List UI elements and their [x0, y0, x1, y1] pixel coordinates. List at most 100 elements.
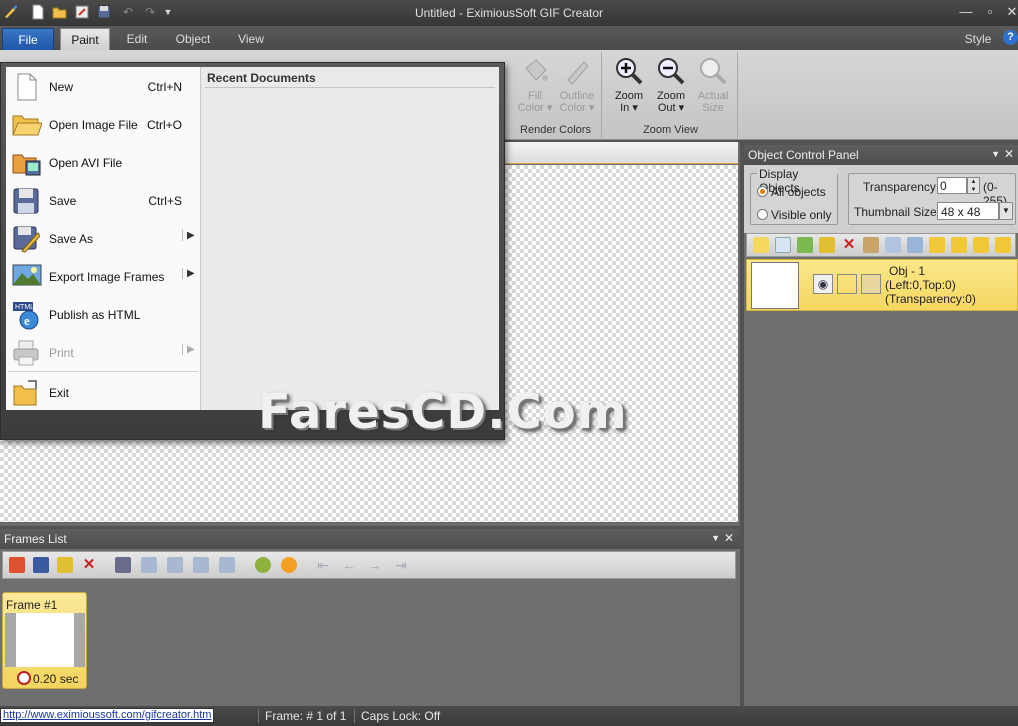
visible-only-radio[interactable]: [757, 209, 768, 220]
ribbon-tab-bar: File Paint Edit Object View Style ?: [0, 26, 1018, 50]
menu-item-exit[interactable]: Exit: [6, 374, 200, 410]
edit-frame-icon[interactable]: [33, 557, 49, 573]
send-back-icon[interactable]: [951, 237, 967, 253]
zoom-out-button[interactable]: Zoom Out ▾: [650, 56, 692, 114]
frame-copy-icon[interactable]: [141, 557, 157, 573]
tab-edit[interactable]: Edit: [116, 28, 158, 50]
frames-list-title: Frames List: [4, 532, 67, 546]
lock-toggle-icon[interactable]: [837, 274, 857, 294]
move-forward-icon[interactable]: [973, 237, 989, 253]
actual-size-icon: [698, 56, 728, 86]
next-frame-icon[interactable]: →: [367, 557, 383, 573]
import-object-icon[interactable]: [819, 237, 835, 253]
status-caps-lock: Caps Lock: Off: [354, 709, 440, 723]
add-effect-icon[interactable]: [255, 557, 271, 573]
last-frame-icon[interactable]: ⇥: [393, 557, 409, 573]
panel-close-icon[interactable]: ✕: [1004, 147, 1014, 161]
delete-object-icon[interactable]: ✕: [841, 237, 857, 253]
menu-shortcut: Ctrl+S: [148, 194, 182, 208]
zoom-out-line1: Zoom: [656, 90, 686, 102]
transparency-spinner[interactable]: ▲ ▼: [967, 177, 980, 194]
menu-item-new[interactable]: New Ctrl+N: [6, 68, 200, 104]
object-transparency: (Transparency:0): [885, 292, 976, 306]
frames-list-header: Frames List ▼ ✕: [0, 529, 740, 549]
submenu-arrow-icon: ▶: [182, 344, 195, 355]
zoom-out-icon: [656, 56, 686, 86]
object-panel-title: Object Control Panel: [748, 148, 859, 162]
paste-object-icon[interactable]: [885, 237, 901, 253]
object-panel-header: Object Control Panel ▼ ✕: [744, 145, 1018, 165]
frame-move-up-icon[interactable]: [193, 557, 209, 573]
close-icon[interactable]: ✕: [1001, 3, 1018, 21]
thumbnail-dropdown-icon[interactable]: ▼: [999, 202, 1013, 220]
open-folder-icon: [12, 111, 43, 137]
delete-frame-icon[interactable]: ✕: [81, 557, 97, 573]
frame-move-down-icon[interactable]: [219, 557, 235, 573]
actual-size-button[interactable]: Actual Size: [692, 56, 734, 114]
frame-preview-bg: [5, 613, 85, 667]
display-objects-group: Display Objects All objects Visible only: [750, 167, 838, 225]
zoom-in-line1: Zoom: [614, 90, 644, 102]
import-frame-icon[interactable]: [57, 557, 73, 573]
prev-frame-icon[interactable]: ←: [341, 557, 357, 573]
menu-item-open-image-file[interactable]: Open Image File Ctrl+O: [6, 106, 200, 142]
style-menu[interactable]: Style: [958, 28, 998, 50]
object-row[interactable]: ◉ Obj - 1 (Left:0,Top:0) (Transparency:0…: [746, 259, 1018, 311]
frames-dropdown-icon[interactable]: ▼: [711, 533, 720, 543]
recent-documents-divider: [205, 87, 495, 88]
status-bar: http://www.eximioussoft.com/gifcreator.h…: [0, 706, 1018, 726]
minimize-icon[interactable]: —: [955, 3, 977, 21]
menu-item-save[interactable]: Save Ctrl+S: [6, 182, 200, 218]
zoom-in-icon: [614, 56, 644, 86]
bring-front-icon[interactable]: [929, 237, 945, 253]
add-frame-icon[interactable]: [9, 557, 25, 573]
avi-file-icon: [12, 149, 41, 176]
transparency-input[interactable]: 0: [937, 177, 967, 194]
eye-visibility-icon[interactable]: ◉: [813, 274, 833, 294]
transparency-label: Transparency:: [863, 180, 940, 194]
fill-bucket-icon: [520, 56, 550, 86]
menu-item-open-avi-file[interactable]: Open AVI File: [6, 144, 200, 180]
save-as-icon: [12, 225, 41, 253]
frame-paste-icon[interactable]: [167, 557, 183, 573]
status-url-link[interactable]: http://www.eximioussoft.com/gifcreator.h…: [0, 708, 215, 723]
printer-icon: [12, 339, 40, 366]
new-object-icon[interactable]: [753, 237, 769, 253]
fill-color-button[interactable]: Fill Color ▾: [514, 56, 556, 114]
frame-timer-icon[interactable]: [281, 557, 297, 573]
help-icon[interactable]: ?: [1003, 30, 1018, 45]
menu-item-save-as[interactable]: Save As ▶: [6, 220, 200, 256]
title-bar: ↶ ↷ ▼ Untitled - EximiousSoft GIF Creato…: [0, 0, 1018, 26]
render-colors-label: Render Colors: [520, 124, 591, 136]
tab-paint[interactable]: Paint: [60, 28, 110, 50]
actual-size-line1: Actual: [697, 90, 729, 102]
zoom-out-line2: Out ▾: [657, 102, 685, 114]
window-title: Untitled - EximiousSoft GIF Creator: [414, 6, 604, 20]
menu-item-print[interactable]: Print ▶: [6, 334, 200, 370]
menu-label: Print: [49, 346, 74, 360]
frame-properties-icon[interactable]: [115, 557, 131, 573]
tab-object[interactable]: Object: [166, 28, 220, 50]
first-frame-icon[interactable]: ⇤: [315, 557, 331, 573]
all-objects-label: All objects: [771, 185, 826, 199]
recent-documents-panel: Recent Documents: [200, 67, 499, 410]
maximize-icon[interactable]: ▫: [979, 3, 1001, 21]
tab-view[interactable]: View: [228, 28, 274, 50]
zoom-in-button[interactable]: Zoom In ▾: [608, 56, 650, 114]
menu-item-export-image-frames[interactable]: Export Image Frames ▶: [6, 258, 200, 294]
panel-dropdown-icon[interactable]: ▼: [991, 149, 1000, 159]
duplicate-object-icon[interactable]: [907, 237, 923, 253]
move-backward-icon[interactable]: [995, 237, 1011, 253]
landscape-image-icon: [12, 263, 42, 289]
all-objects-radio[interactable]: [757, 186, 768, 197]
thumbnail-size-select[interactable]: 48 x 48: [937, 202, 999, 220]
outline-color-button[interactable]: Outline Color ▾: [556, 56, 598, 114]
frame-thumbnail-card[interactable]: Frame #1 0.20 sec: [2, 592, 87, 689]
cut-object-icon[interactable]: [863, 237, 879, 253]
copy-object-icon[interactable]: [775, 237, 791, 253]
tab-file[interactable]: File: [2, 28, 54, 50]
add-image-object-icon[interactable]: [797, 237, 813, 253]
frames-close-icon[interactable]: ✕: [724, 531, 734, 545]
menu-item-publish-as-html[interactable]: HTML e Publish as HTML: [6, 296, 200, 332]
outline-color-line2: Color ▾: [559, 102, 595, 114]
